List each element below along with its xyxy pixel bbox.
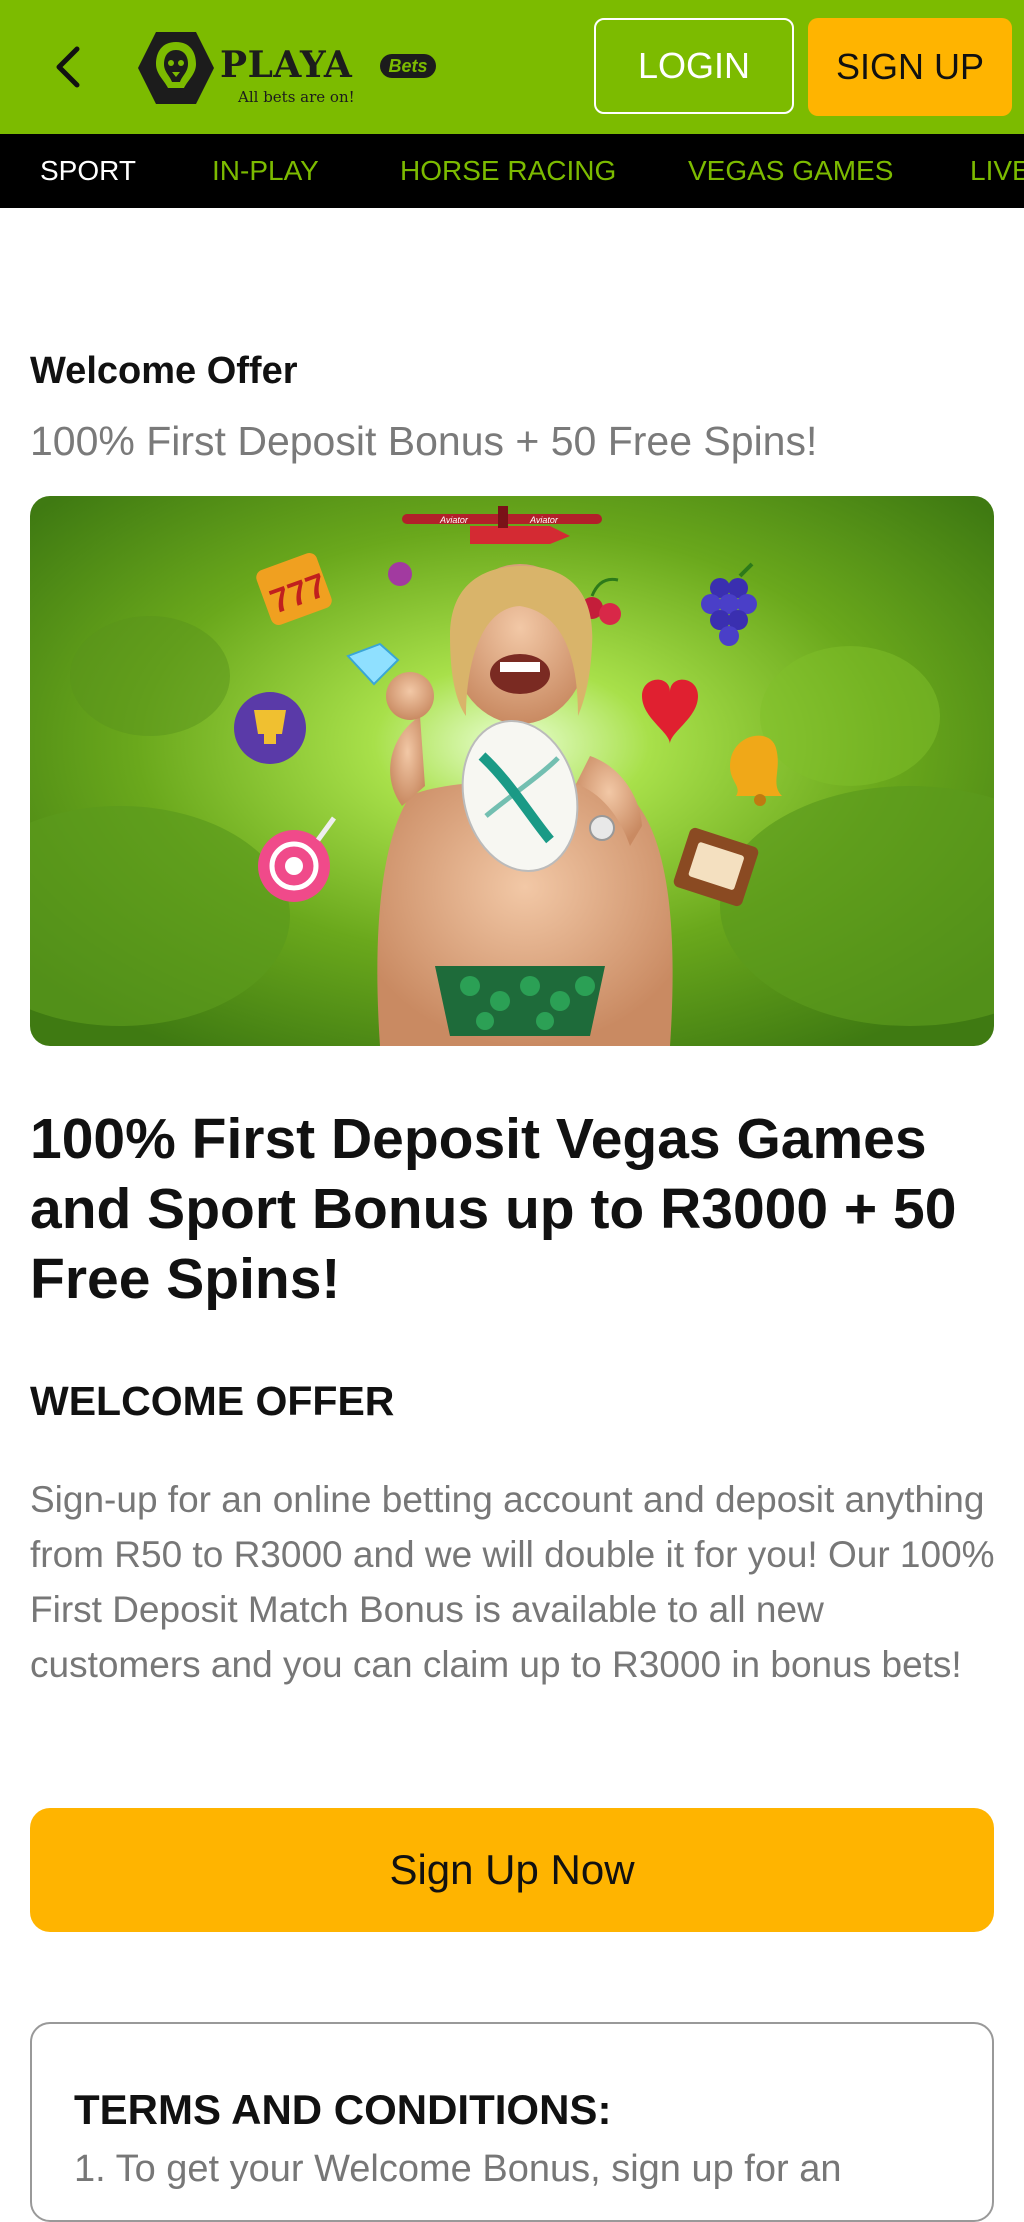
header: PLAYA Bets All bets are on! LOGIN SIGN U… [0, 0, 1024, 134]
offer-subtitle: 100% First Deposit Bonus + 50 Free Spins… [30, 418, 818, 464]
lion-icon [138, 32, 214, 104]
logo-bets-badge: Bets [380, 54, 436, 78]
hero-image: Aviator Aviator 777 [30, 496, 994, 1046]
login-button[interactable]: LOGIN [594, 18, 794, 114]
terms-item: 1. To get your Welcome Bonus, sign up fo… [74, 2148, 842, 2190]
logo-wordmark: PLAYA [220, 44, 353, 86]
nav-tab-vegas-games[interactable]: VEGAS GAMES [688, 134, 893, 208]
back-button[interactable] [44, 40, 92, 94]
plum-icon [388, 562, 412, 586]
offer-title: Welcome Offer [30, 350, 298, 392]
welcome-offer-heading: WELCOME OFFER [30, 1378, 395, 1424]
terms-box: TERMS AND CONDITIONS: 1. To get your Wel… [30, 2022, 994, 2222]
terms-title: TERMS AND CONDITIONS: [74, 2086, 612, 2133]
logo-tagline: All bets are on! [238, 88, 355, 106]
category-nav: SPORT IN-PLAY HORSE RACING VEGAS GAMES L… [0, 134, 1024, 208]
playa-bets-logo[interactable]: PLAYA Bets All bets are on! [136, 28, 436, 108]
offer-headline: 100% First Deposit Vegas Games and Sport… [30, 1107, 957, 1311]
hero-banner: Aviator Aviator 777 [30, 496, 994, 1046]
nav-tab-sport[interactable]: SPORT [40, 134, 136, 208]
nav-tab-in-play[interactable]: IN-PLAY [212, 134, 319, 208]
signup-button[interactable]: SIGN UP [808, 18, 1012, 116]
chevron-left-icon [56, 46, 80, 88]
svg-text:Aviator: Aviator [529, 515, 559, 525]
svg-text:Aviator: Aviator [439, 515, 469, 525]
sign-up-now-button[interactable]: Sign Up Now [30, 1808, 994, 1932]
nav-tab-horse-racing[interactable]: HORSE RACING [400, 134, 616, 208]
nav-tab-live[interactable]: LIVE [970, 134, 1024, 208]
bell-icon [730, 735, 782, 806]
trophy-icon [234, 692, 306, 764]
offer-description: Sign-up for an online betting account an… [30, 1479, 995, 1685]
